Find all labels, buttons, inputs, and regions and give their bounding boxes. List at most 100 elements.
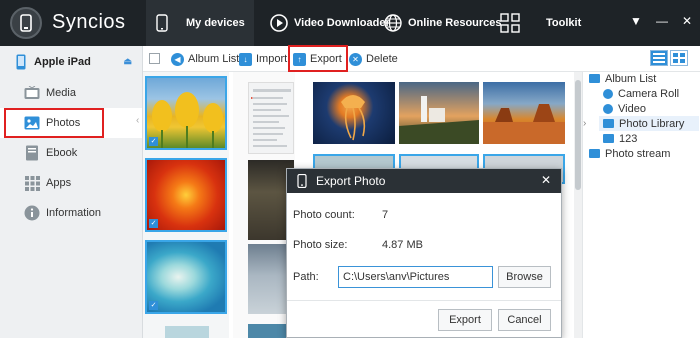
scrollbar-thumb[interactable] (575, 80, 581, 190)
play-circle-icon (270, 14, 288, 32)
photo-size-value: 4.87 MB (382, 239, 423, 251)
tree-label: 123 (619, 132, 638, 145)
checked-icon[interactable]: ✓ (149, 137, 158, 146)
sidebar-item-label: Information (46, 207, 102, 219)
album-icon (589, 74, 600, 83)
globe-icon (384, 14, 402, 32)
sidebar-item-information[interactable]: Information (0, 198, 142, 228)
thumbnail-partial (165, 326, 209, 338)
info-icon (24, 205, 40, 221)
checked-icon[interactable]: ✓ (149, 219, 158, 228)
sidebar-item-apps[interactable]: Apps (0, 168, 142, 198)
thumbnail-flower[interactable]: ✓ (145, 158, 227, 232)
phone-icon (295, 174, 309, 188)
export-confirm-button[interactable]: Export (438, 309, 492, 331)
export-photo-dialog: Export Photo ✕ Photo count: 7 Photo size… (286, 168, 562, 338)
browse-button[interactable]: Browse (498, 266, 551, 288)
photo-lighthouse[interactable] (399, 82, 479, 144)
window-controls: ▼ — ✕ (630, 14, 692, 28)
syncios-logo-icon (10, 7, 42, 39)
dialog-header: Export Photo ✕ (287, 169, 561, 193)
import-icon: ↓ (239, 52, 252, 66)
checked-icon[interactable]: ✓ (149, 301, 158, 310)
dialog-separator (287, 300, 561, 301)
device-name: Apple iPad (34, 56, 91, 68)
path-label: Path: (293, 271, 319, 283)
tree-video[interactable]: Video (603, 101, 646, 116)
tab-label: Online Resources (408, 17, 502, 29)
collapse-arrow-icon[interactable]: ‹ (136, 115, 139, 126)
minimize-icon[interactable]: — (656, 14, 668, 28)
photo-count-value: 7 (382, 209, 389, 221)
device-header[interactable]: Apple iPad ⏏ (0, 46, 142, 78)
app-title: Syncios (52, 11, 126, 33)
eject-icon[interactable]: ⏏ (123, 56, 132, 67)
album-icon (589, 149, 600, 158)
back-arrow-icon: ◀ (171, 52, 184, 66)
tree-expand-arrow-icon[interactable]: › (583, 118, 586, 129)
tree-album-list[interactable]: Album List (589, 71, 656, 86)
dropdown-icon[interactable]: ▼ (630, 14, 642, 28)
dialog-title: Export Photo (316, 174, 386, 188)
book-icon (24, 145, 40, 161)
album-icon (603, 119, 614, 128)
tab-toolkit[interactable]: Toolkit (500, 0, 596, 46)
photo-jellyfish[interactable] (313, 82, 395, 144)
import-label: Import (256, 53, 288, 65)
toolbar: ◀ Album List ↓ Import ↑ Export ✕ Delete (143, 46, 700, 72)
tab-online-resources[interactable]: Online Resources (384, 0, 502, 46)
sidebar-item-label: Ebook (46, 147, 78, 159)
import-button[interactable]: ↓ Import (239, 51, 287, 67)
cancel-button[interactable]: Cancel (498, 309, 551, 331)
thumbnail-tulips[interactable]: ✓ (145, 76, 227, 150)
video-icon (603, 103, 613, 114)
sidebar-item-media[interactable]: Media (0, 78, 142, 108)
camera-icon (603, 88, 613, 99)
tree-label: Photo Library (619, 117, 685, 130)
tree-photo-stream[interactable]: Photo stream (589, 146, 670, 161)
path-input[interactable] (338, 266, 493, 288)
album-list-label: Album List (188, 53, 240, 65)
photo-count-label: Photo count: (293, 209, 355, 221)
tree-123[interactable]: 123 (603, 131, 637, 146)
tab-label: My devices (186, 17, 245, 29)
album-icon (603, 134, 614, 143)
tree-photo-library[interactable]: Photo Library (599, 116, 699, 131)
apps-icon (24, 175, 40, 191)
ipad-icon (16, 54, 26, 70)
album-tree: Album List Camera Roll Video Photo Libra… (582, 72, 700, 338)
grid-scrollbar[interactable] (574, 72, 582, 338)
delete-label: Delete (366, 53, 398, 65)
screenshot-settings[interactable] (248, 82, 294, 154)
tab-label: Video Downloader (294, 17, 390, 29)
grid-icon (500, 13, 520, 33)
delete-button[interactable]: ✕ Delete (349, 51, 398, 67)
tree-label: Video (618, 102, 646, 115)
sidebar-item-label: Apps (46, 177, 72, 189)
sidebar: Apple iPad ⏏ Media Photos Ebook Apps Inf… (0, 46, 143, 338)
thumbnail-island[interactable]: ✓ (145, 240, 227, 314)
grid-view-toggle[interactable] (670, 50, 688, 66)
sidebar-item-ebook[interactable]: Ebook (0, 138, 142, 168)
photos-highlight (4, 108, 104, 138)
tree-label: Camera Roll (618, 87, 680, 100)
tab-my-devices[interactable]: My devices (146, 0, 254, 46)
top-bar: Syncios My devices Video Downloader Onli… (0, 0, 700, 46)
tv-icon (24, 85, 40, 101)
trash-icon: ✕ (349, 52, 362, 66)
select-all-checkbox[interactable] (149, 53, 160, 64)
list-view-toggle[interactable] (650, 50, 668, 66)
dialog-close-icon[interactable]: ✕ (541, 173, 551, 187)
photo-size-label: Photo size: (293, 239, 348, 251)
list-view-icon (653, 53, 665, 63)
album-list-button[interactable]: ◀ Album List (171, 51, 239, 67)
tree-label: Album List (605, 72, 657, 85)
thumbnail-column: ✓ ✓ ✓ (143, 72, 229, 338)
tab-video-downloader[interactable]: Video Downloader (270, 0, 390, 46)
tree-camera-roll[interactable]: Camera Roll (603, 86, 679, 101)
photo-desert[interactable] (483, 82, 565, 144)
tab-label: Toolkit (546, 17, 582, 29)
tree-label: Photo stream (605, 147, 671, 160)
export-highlight (288, 45, 348, 72)
close-window-icon[interactable]: ✕ (682, 14, 692, 28)
